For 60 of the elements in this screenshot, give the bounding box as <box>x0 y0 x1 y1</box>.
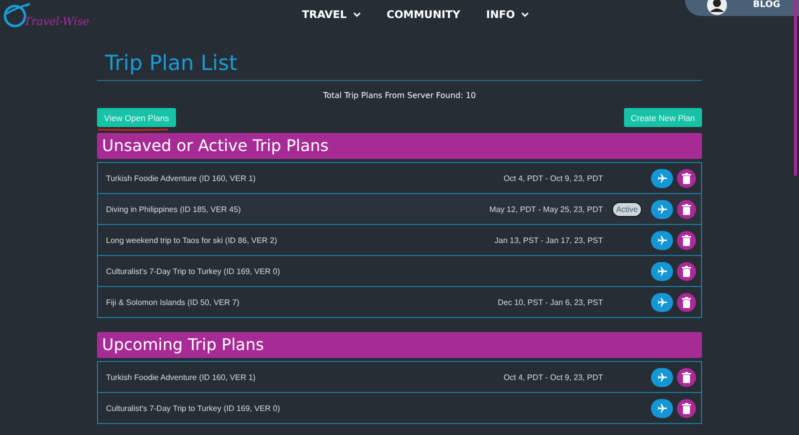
status-badge: Active <box>612 202 642 216</box>
trip-row[interactable]: Long weekend trip to Taos for ski (ID 86, VER 2) Jan 13, PST - Jan 17, 23, PST <box>98 225 701 256</box>
trash-icon <box>682 204 691 214</box>
nav-link[interactable]: COMMUNITY <box>386 9 460 21</box>
nav-link[interactable]: INFO <box>486 9 529 21</box>
trip-name[interactable]: Culturalist's 7-Day Trip to Turkey (ID 169, VER 0) <box>106 404 603 412</box>
plane-button[interactable] <box>651 368 673 386</box>
total-count-text: Total Trip Plans From Server Found: 10 <box>322 91 477 100</box>
trash-icon <box>682 234 691 246</box>
plane-button[interactable] <box>651 262 673 280</box>
trip-row[interactable]: Culturalist's 7-Day Trip to Turkey (ID 169, VER 0) <box>98 393 701 424</box>
plane-icon <box>656 372 668 382</box>
trash-icon <box>682 372 691 382</box>
plane-button[interactable] <box>651 398 673 418</box>
trip-name[interactable]: Long weekend trip to Taos for ski (ID 86, VER 2) <box>106 236 495 244</box>
section-header: Unsaved or Active Trip Plans <box>97 133 702 159</box>
delete-button[interactable] <box>677 262 696 280</box>
delete-button[interactable] <box>677 368 696 386</box>
chevron-down-icon <box>520 12 529 18</box>
trip-dates: Oct 4, PDT - Oct 9, 23, PDT <box>504 174 603 182</box>
trip-name[interactable]: Turkish Foodie Adventure (ID 160, VER 1) <box>106 372 504 382</box>
trip-name[interactable]: Turkish Foodie Adventure (ID 160, VER 1) <box>106 174 504 182</box>
delete-button[interactable] <box>677 168 696 188</box>
plane-button[interactable] <box>651 200 673 218</box>
blog-tab[interactable]: BLOG <box>685 0 799 16</box>
trash-icon <box>682 266 691 276</box>
delete-button[interactable] <box>677 200 696 218</box>
plane-icon <box>656 172 668 184</box>
scrollbar-thumb[interactable] <box>794 0 797 176</box>
trip-dates: Jan 13, PST - Jan 17, 23, PST <box>494 236 603 244</box>
trip-row[interactable]: Diving in Philippines (ID 185, VER 45) May 12, PDT - May 25, 23, PDT Active <box>98 194 701 225</box>
delete-button[interactable] <box>677 398 696 418</box>
trip-row[interactable]: Turkish Foodie Adventure (ID 160, VER 1) Oct 4, PDT - Oct 9, 23, PDT <box>98 362 701 393</box>
delete-button[interactable] <box>677 230 696 250</box>
plane-icon <box>656 402 668 414</box>
trip-name[interactable]: Diving in Philippines (ID 185, VER 45) <box>106 204 490 214</box>
plane-icon <box>656 204 668 214</box>
delete-button[interactable] <box>677 292 696 312</box>
page-title: Trip Plan List <box>97 50 702 81</box>
trip-dates: May 12, PDT - May 25, 23, PDT <box>489 204 603 214</box>
underline-mark <box>97 128 169 131</box>
trip-dates: Oct 4, PDT - Oct 9, 23, PDT <box>504 372 603 382</box>
trash-icon <box>682 402 691 414</box>
plane-button[interactable] <box>651 230 673 250</box>
trip-row[interactable]: Culturalist's 7-Day Trip to Turkey (ID 169, VER 0) <box>98 256 701 287</box>
trip-name[interactable]: Fiji & Solomon Islands (ID 50, VER 7) <box>106 298 498 306</box>
avatar-icon <box>707 0 727 14</box>
section-header: Upcoming Trip Plans <box>97 332 702 358</box>
plane-icon <box>656 296 668 308</box>
plane-icon <box>656 234 668 246</box>
trip-name[interactable]: Culturalist's 7-Day Trip to Turkey (ID 169, VER 0) <box>106 266 603 276</box>
chevron-down-icon <box>352 12 361 18</box>
plane-icon <box>656 266 668 276</box>
nav-link[interactable]: TRAVEL <box>302 9 361 21</box>
trip-dates: Dec 10, PST - Jan 6, 23, PST <box>498 298 603 306</box>
trash-icon <box>682 296 691 308</box>
plane-button[interactable] <box>651 292 673 312</box>
plane-button[interactable] <box>651 168 673 188</box>
trash-icon <box>682 172 691 184</box>
trip-row[interactable]: Fiji & Solomon Islands (ID 50, VER 7) Dec 10, PST - Jan 6, 23, PST <box>98 287 701 318</box>
